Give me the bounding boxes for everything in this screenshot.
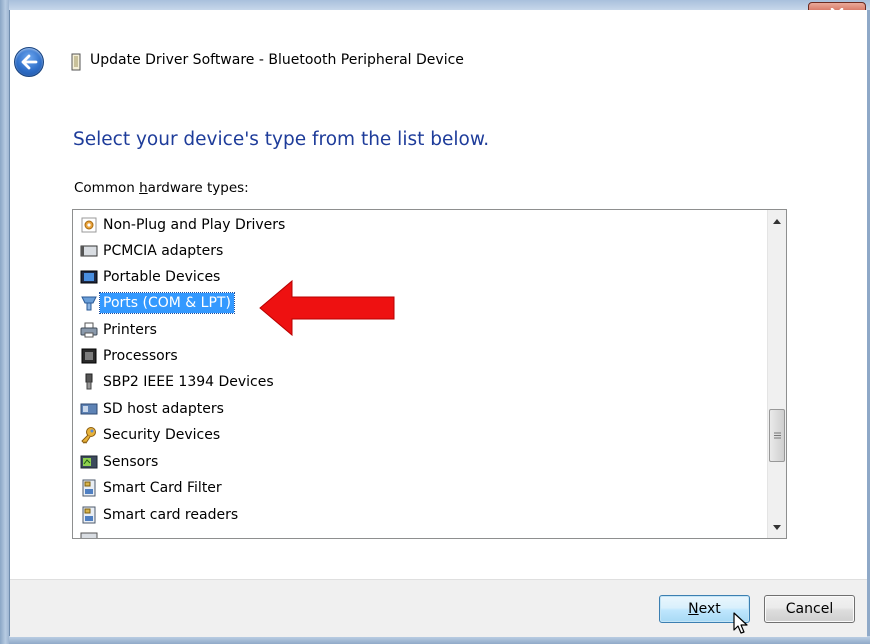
list-item-partial bbox=[80, 529, 100, 538]
list-item-label: Smart card readers bbox=[103, 507, 239, 523]
list-item-label: Non-Plug and Play Drivers bbox=[103, 217, 286, 233]
list-caption-post: ardware types: bbox=[147, 180, 249, 196]
cancel-button[interactable]: Cancel bbox=[764, 595, 855, 623]
processor-icon bbox=[80, 347, 98, 365]
back-button[interactable] bbox=[14, 47, 44, 77]
driver-icon bbox=[71, 53, 81, 71]
list-item-security-devices[interactable]: Security Devices bbox=[80, 423, 223, 447]
list-item-label: Smart Card Filter bbox=[103, 480, 222, 496]
list-item-label: SBP2 IEEE 1394 Devices bbox=[103, 374, 274, 390]
pcmcia-card-icon bbox=[80, 242, 98, 260]
list-item-label: Security Devices bbox=[103, 427, 221, 443]
back-arrow-icon bbox=[21, 54, 38, 70]
list-item-label: SD host adapters bbox=[103, 401, 224, 417]
list-item-smart-card-readers[interactable]: Smart card readers bbox=[80, 503, 241, 527]
list-item-sd-host-adapters[interactable]: SD host adapters bbox=[80, 397, 227, 421]
list-item-portable-devices[interactable]: Portable Devices bbox=[80, 265, 223, 289]
grip-icon bbox=[773, 432, 781, 439]
portable-device-icon bbox=[80, 268, 98, 286]
list-item-label: Portable Devices bbox=[103, 269, 221, 285]
port-plug-icon bbox=[80, 294, 98, 312]
window-title: Update Driver Software - Bluetooth Perip… bbox=[90, 52, 464, 68]
list-item-processors[interactable]: Processors bbox=[80, 344, 181, 368]
next-accesskey: N bbox=[688, 601, 699, 617]
scroll-thumb[interactable] bbox=[769, 409, 785, 462]
smart-card-icon bbox=[80, 506, 98, 524]
next-label: ext bbox=[698, 601, 721, 617]
list-item-smart-card-filter[interactable]: Smart Card Filter bbox=[80, 476, 225, 500]
page-heading: Select your device's type from the list … bbox=[73, 129, 490, 150]
list-item-label: Printers bbox=[103, 322, 157, 338]
window-top-border bbox=[9, 0, 870, 10]
list-item-printers[interactable]: Printers bbox=[80, 318, 160, 342]
list-item-non-plug-and-play-drivers[interactable]: Non-Plug and Play Drivers bbox=[80, 213, 288, 237]
hardware-types-list[interactable]: Non-Plug and Play Drivers PCMCIA adapter… bbox=[72, 209, 787, 539]
list-scrollbar[interactable] bbox=[767, 210, 786, 538]
list-item-label: Ports (COM & LPT) bbox=[99, 292, 235, 314]
sd-card-icon bbox=[80, 400, 98, 418]
security-key-icon bbox=[80, 426, 98, 444]
mouse-cursor-icon bbox=[733, 612, 748, 634]
red-arrow-icon bbox=[259, 279, 395, 337]
list-item-sbp2-ieee-1394-devices[interactable]: SBP2 IEEE 1394 Devices bbox=[80, 370, 277, 394]
list-caption: Common hardware types: bbox=[74, 180, 249, 196]
window-left-border bbox=[0, 0, 10, 644]
list-item-ports-com-lpt[interactable]: Ports (COM & LPT) bbox=[80, 291, 235, 315]
sensor-icon bbox=[80, 453, 98, 471]
scroll-up-button[interactable] bbox=[768, 212, 786, 230]
plug-icon bbox=[80, 373, 98, 391]
window-bottom-border bbox=[9, 636, 870, 644]
list-item-pcmcia-adapters[interactable]: PCMCIA adapters bbox=[80, 239, 226, 263]
list-item-label: Sensors bbox=[103, 454, 159, 470]
list-item-label: PCMCIA adapters bbox=[103, 243, 224, 259]
list-caption-accesskey: h bbox=[139, 180, 148, 196]
arrow-down-icon bbox=[773, 524, 781, 530]
device-icon bbox=[80, 532, 98, 538]
gear-icon bbox=[80, 216, 98, 234]
list-caption-pre: Common bbox=[74, 180, 140, 196]
list-item-sensors[interactable]: Sensors bbox=[80, 450, 161, 474]
list-item-label: Processors bbox=[103, 348, 178, 364]
arrow-up-icon bbox=[773, 218, 781, 224]
scroll-down-button[interactable] bbox=[768, 518, 786, 536]
smart-card-icon bbox=[80, 479, 98, 497]
printer-icon bbox=[80, 321, 98, 339]
